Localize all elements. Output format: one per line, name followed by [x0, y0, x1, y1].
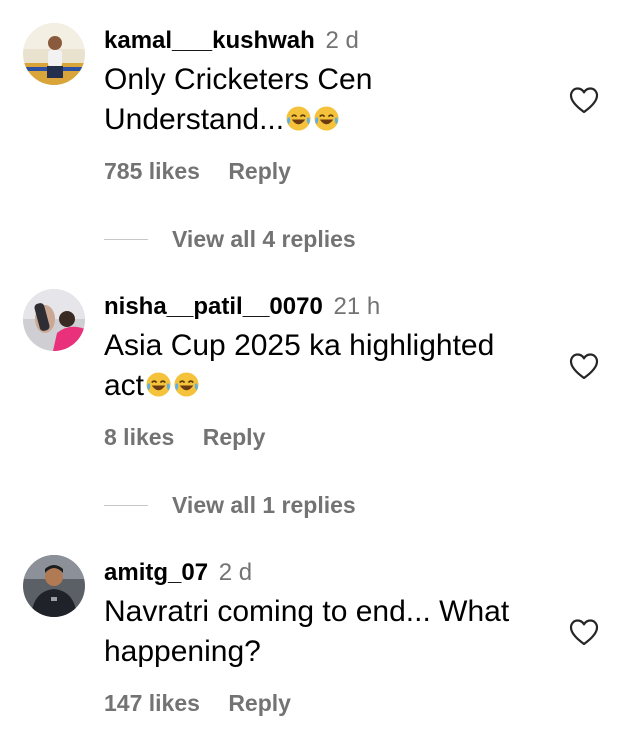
view-replies-label: View all 1 replies	[172, 491, 356, 518]
comment-meta: kamal___kushwah 2 d	[104, 26, 550, 56]
comment-text: Asia Cup 2025 ka highlighted act	[104, 326, 550, 406]
comment-meta: amitg_07 2 d	[104, 558, 550, 588]
comment-text-line: Only Cricketers Cen	[104, 63, 373, 96]
likes-count[interactable]: 8 likes	[104, 424, 174, 450]
timestamp: 21 h	[333, 293, 381, 320]
avatar[interactable]	[23, 289, 85, 351]
avatar[interactable]	[23, 555, 85, 617]
comment-body: amitg_07 2 d Navratri coming to end... W…	[104, 558, 550, 672]
timestamp: 2 d	[325, 27, 359, 54]
comment-actions: 8 likes Reply	[104, 424, 265, 451]
comment-meta: nisha__patil__0070 21 h	[104, 292, 550, 322]
username[interactable]: nisha__patil__0070	[104, 293, 323, 320]
comment-text-line: Navratri coming to end... What	[104, 595, 510, 628]
comment-actions: 785 likes Reply	[104, 158, 291, 185]
comment-text-line: act	[104, 369, 145, 402]
comment-body: kamal___kushwah 2 d Only Cricketers Cen …	[104, 26, 550, 140]
face-with-tears-of-joy-icon	[146, 372, 171, 397]
avatar[interactable]	[23, 23, 85, 85]
comment-actions: 147 likes Reply	[104, 690, 291, 717]
likes-count[interactable]: 785 likes	[104, 158, 200, 184]
username[interactable]: kamal___kushwah	[104, 27, 315, 54]
divider-line	[104, 238, 148, 240]
comment-text: Navratri coming to end... What happening…	[104, 592, 550, 672]
face-with-tears-of-joy-icon	[314, 106, 339, 131]
comment-text-line: happening?	[104, 635, 261, 668]
divider-line	[104, 504, 148, 506]
timestamp: 2 d	[218, 559, 253, 586]
reply-button[interactable]: Reply	[228, 690, 291, 716]
view-replies-button[interactable]: View all 4 replies	[104, 224, 356, 254]
comment-text: Only Cricketers Cen Understand...	[104, 60, 550, 140]
likes-count[interactable]: 147 likes	[104, 690, 200, 716]
username[interactable]: amitg_07	[104, 559, 208, 586]
face-with-tears-of-joy-icon	[174, 372, 199, 397]
avatar-photo	[23, 289, 85, 351]
heart-outline-icon[interactable]	[568, 351, 600, 381]
reply-button[interactable]: Reply	[228, 158, 291, 184]
view-replies-button[interactable]: View all 1 replies	[104, 490, 356, 520]
avatar-photo	[23, 23, 85, 85]
heart-outline-icon[interactable]	[568, 85, 600, 115]
comment-text-line: Asia Cup 2025 ka highlighted	[104, 329, 495, 362]
reply-button[interactable]: Reply	[203, 424, 266, 450]
comment-text-line: Understand...	[104, 103, 285, 136]
comment-body: nisha__patil__0070 21 h Asia Cup 2025 ka…	[104, 292, 550, 406]
avatar-photo	[23, 555, 85, 617]
view-replies-label: View all 4 replies	[172, 225, 356, 252]
face-with-tears-of-joy-icon	[286, 106, 311, 131]
heart-outline-icon[interactable]	[568, 617, 600, 647]
